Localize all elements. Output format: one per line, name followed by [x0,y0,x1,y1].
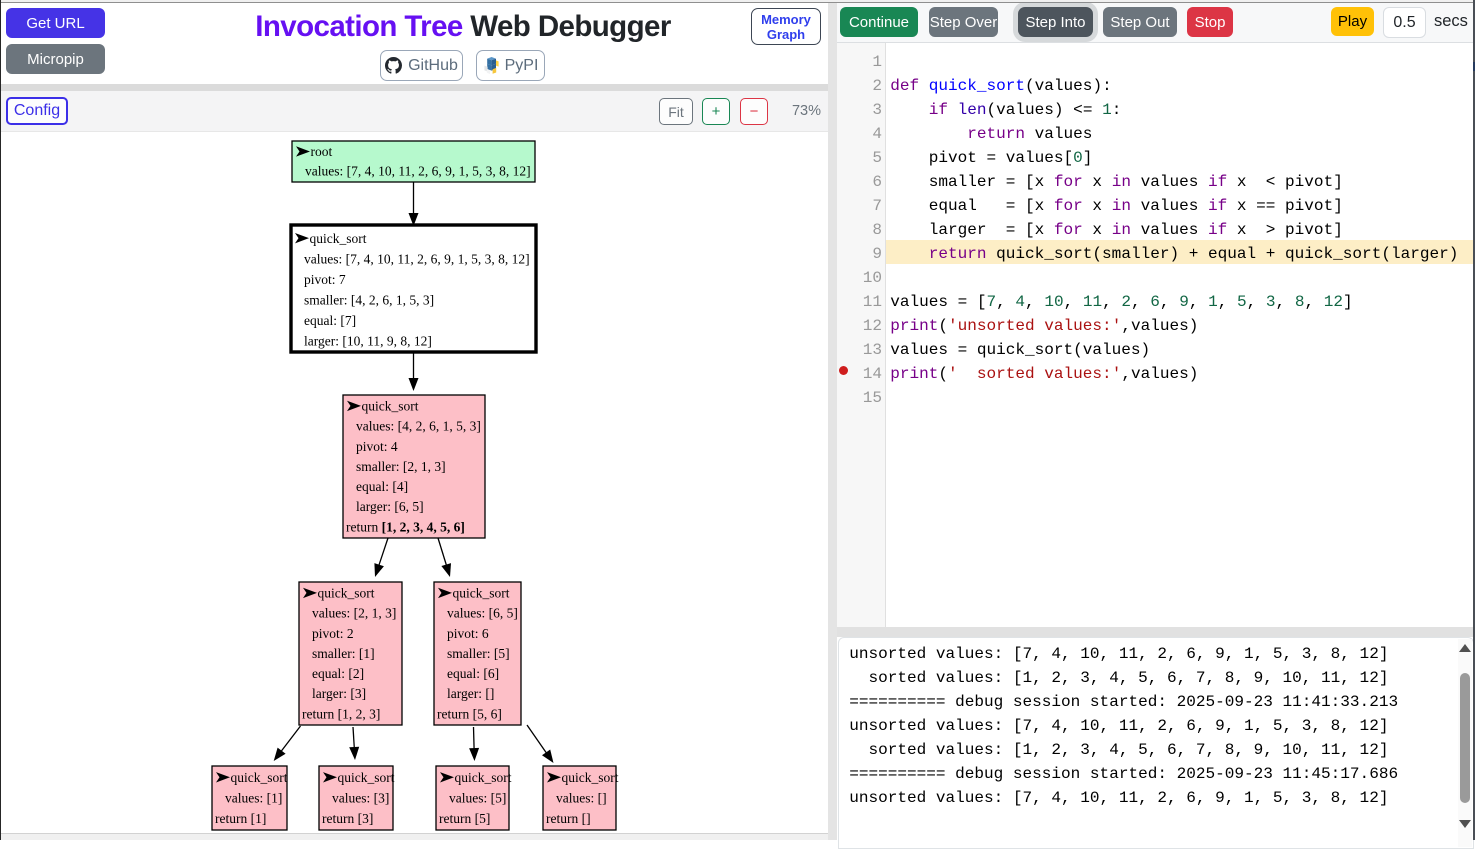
svg-text:quick_sort: quick_sort [231,770,288,785]
svg-text:quick_sort: quick_sort [562,770,619,785]
svg-text:quick_sort: quick_sort [455,770,512,785]
svg-text:values: [6, 5]: values: [6, 5] [447,606,518,621]
svg-text:values: [3]: values: [3] [332,791,389,806]
svg-text:return [1]: return [1] [215,811,266,826]
svg-text:values: []: values: [] [556,791,607,806]
svg-text:root: root [311,144,333,159]
svg-text:return [3]: return [3] [322,811,373,826]
svg-text:pivot: 7: pivot: 7 [304,272,346,287]
svg-text:values: [5]: values: [5] [449,791,506,806]
svg-text:quick_sort: quick_sort [362,399,419,414]
svg-text:smaller: [2, 1, 3]: smaller: [2, 1, 3] [356,459,446,474]
svg-text:smaller: [5]: smaller: [5] [447,646,510,661]
svg-text:equal: [6]: equal: [6] [447,666,499,681]
svg-text:larger: [6, 5]: larger: [6, 5] [356,499,424,514]
svg-text:return [1, 2, 3]: return [1, 2, 3] [302,706,380,721]
svg-text:return [5]: return [5] [439,811,490,826]
svg-text:larger: [10, 11, 9, 8, 12]: larger: [10, 11, 9, 8, 12] [304,333,432,348]
svg-text:equal: [7]: equal: [7] [304,313,356,328]
svg-text:values: [2, 1, 3]: values: [2, 1, 3] [312,606,396,621]
svg-text:values: [1]: values: [1] [225,791,282,806]
svg-text:return []: return [] [546,811,591,826]
svg-text:larger: []: larger: [] [447,686,494,701]
svg-text:values: [7, 4, 10, 11, 2, 6, 9: values: [7, 4, 10, 11, 2, 6, 9, 1, 5, 3,… [304,251,530,266]
svg-text:quick_sort: quick_sort [318,586,375,601]
svg-text:quick_sort: quick_sort [338,770,395,785]
svg-text:larger: [3]: larger: [3] [312,686,366,701]
svg-text:values: [7, 4, 10, 11, 2, 6, 9: values: [7, 4, 10, 11, 2, 6, 9, 1, 5, 3,… [305,164,531,179]
svg-text:equal: [2]: equal: [2] [312,666,364,681]
svg-text:pivot: 6: pivot: 6 [447,626,489,641]
svg-text:quick_sort: quick_sort [310,231,367,246]
svg-text:quick_sort: quick_sort [453,586,510,601]
svg-text:equal: [4]: equal: [4] [356,479,408,494]
svg-text:return [1, 2, 3, 4, 5, 6]: return [1, 2, 3, 4, 5, 6] [346,519,465,534]
svg-text:smaller: [4, 2, 6, 1, 5, 3]: smaller: [4, 2, 6, 1, 5, 3] [304,292,434,307]
svg-text:pivot: 4: pivot: 4 [356,439,398,454]
svg-text:pivot: 2: pivot: 2 [312,626,354,641]
svg-text:values: [4, 2, 6, 1, 5, 3]: values: [4, 2, 6, 1, 5, 3] [356,419,481,434]
svg-text:return [5, 6]: return [5, 6] [437,706,502,721]
svg-text:smaller: [1]: smaller: [1] [312,646,375,661]
